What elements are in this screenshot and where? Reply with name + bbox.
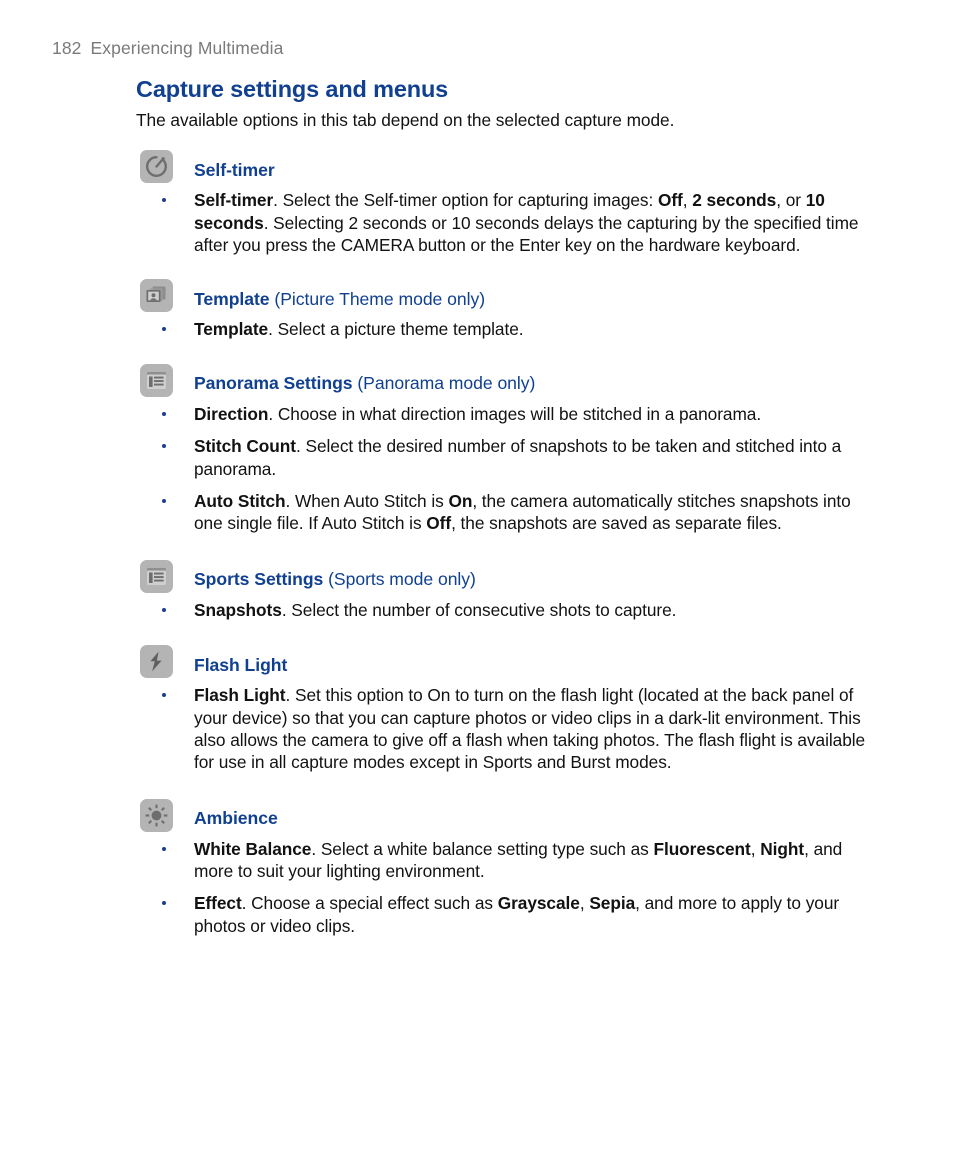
bullet-term: Effect (194, 893, 242, 914)
bullet-term: Flash Light (194, 685, 286, 706)
section-heading-text: Flash Light (194, 655, 287, 676)
section-heading-row: Ambience (136, 798, 866, 834)
list-item: Direction. Choose in what direction imag… (136, 403, 866, 425)
section-heading-row: Flash Light (136, 645, 866, 680)
list-item: Snapshots. Select the number of consecut… (136, 599, 866, 621)
bullet-text: . Select the Self-timer option for captu… (273, 190, 658, 211)
bullet-emphasis: On (448, 490, 473, 511)
bullet-term: White Balance (194, 838, 312, 859)
heading-label: Template (194, 288, 270, 309)
page-number: 182 (52, 38, 82, 58)
page-title: Capture settings and menus (136, 76, 449, 102)
list-item: Auto Stitch. When Auto Stitch is On, the… (136, 490, 866, 535)
bullet-list: Flash Light. Set this option to On to tu… (136, 684, 866, 774)
running-header: 182 Experiencing Multimedia (52, 38, 283, 59)
bullet-text: , (750, 838, 761, 859)
bullet-term: Auto Stitch (194, 490, 286, 511)
bullet-term: Direction (194, 403, 269, 424)
list-item: Flash Light. Set this option to On to tu… (136, 684, 866, 774)
section-self-timer: Self-timer Self-timer. Select the Self-t… (136, 150, 866, 256)
sports-settings-icon (140, 559, 173, 593)
flash-light-icon (140, 645, 173, 679)
bullet-emphasis: Night (760, 838, 805, 859)
section-heading-text: Sports Settings (Sports mode only) (194, 569, 476, 590)
ambience-icon (140, 798, 173, 832)
section-panorama-settings: Panorama Settings (Panorama mode only) D… (136, 363, 866, 535)
bullet-text: . Select a white balance setting type su… (311, 838, 654, 859)
bullet-text: . Choose in what direction images will b… (268, 403, 762, 424)
bullet-text: , (579, 893, 590, 914)
list-item: White Balance. Select a white balance se… (136, 838, 866, 883)
section-ambience: Ambience White Balance. Select a white b… (136, 798, 866, 938)
bullet-text: . Choose a special effect such as (241, 893, 498, 914)
section-heading-row: Sports Settings (Sports mode only) (136, 559, 866, 595)
heading-label: Sports Settings (194, 569, 324, 590)
template-icon (140, 279, 173, 313)
bullet-text: . Select a picture theme template. (268, 319, 524, 340)
bullet-list: Direction. Choose in what direction imag… (136, 403, 866, 535)
bullet-list: White Balance. Select a white balance se… (136, 838, 866, 938)
section-heading-row: Panorama Settings (Panorama mode only) (136, 363, 866, 399)
bullet-term: Stitch Count (194, 436, 296, 457)
bullet-text: . Set this option to On to turn on the f… (194, 685, 866, 773)
bullet-emphasis: Off (426, 513, 452, 534)
bullet-list: Template. Select a picture theme templat… (136, 318, 866, 340)
heading-label: Self-timer (194, 159, 275, 180)
bullet-emphasis: 2 seconds (692, 190, 777, 211)
section-heading-text: Panorama Settings (Panorama mode only) (194, 373, 535, 394)
bullet-text: , the snapshots are saved as separate fi… (451, 513, 782, 534)
page-content: Capture settings and menus The available… (136, 76, 866, 937)
heading-label: Ambience (194, 808, 278, 829)
bullet-emphasis: Sepia (589, 893, 636, 914)
heading-note: (Panorama mode only) (357, 373, 536, 394)
heading-label: Flash Light (194, 654, 288, 675)
bullet-text: . When Auto Stitch is (285, 490, 449, 511)
bullet-term: Snapshots (194, 599, 282, 620)
bullet-term: Template (194, 319, 269, 340)
bullet-term: Self-timer (194, 190, 274, 211)
manual-page: 182 Experiencing Multimedia Capture setti… (0, 0, 954, 1173)
section-sports-settings: Sports Settings (Sports mode only) Snaps… (136, 559, 866, 621)
section-template: Template (Picture Theme mode only) Templ… (136, 279, 866, 340)
bullet-text: . Selecting 2 seconds or 10 seconds dela… (194, 212, 859, 255)
list-item: Effect. Choose a special effect such as … (136, 892, 866, 937)
section-heading-row: Template (Picture Theme mode only) (136, 279, 866, 314)
self-timer-icon (140, 150, 173, 184)
bullet-text: , or (776, 190, 806, 211)
list-item: Template. Select a picture theme templat… (136, 318, 866, 340)
list-item: Stitch Count. Select the desired number … (136, 435, 866, 480)
bullet-emphasis: Off (657, 190, 683, 211)
bullet-list: Snapshots. Select the number of consecut… (136, 599, 866, 621)
chapter-title: Experiencing Multimedia (90, 38, 284, 58)
bullet-list: Self-timer. Select the Self-timer option… (136, 189, 866, 256)
section-heading-row: Self-timer (136, 150, 866, 185)
heading-label: Panorama Settings (194, 373, 353, 394)
heading-note: (Sports mode only) (328, 569, 476, 590)
section-heading-text: Self-timer (194, 160, 275, 181)
bullet-text: , (682, 190, 693, 211)
heading-note: (Picture Theme mode only) (274, 288, 486, 309)
bullet-emphasis: Fluorescent (653, 838, 751, 859)
section-heading-text: Ambience (194, 808, 278, 829)
section-intro: The available options in this tab depend… (136, 109, 675, 130)
list-item: Self-timer. Select the Self-timer option… (136, 189, 866, 256)
section-flash-light: Flash Light Flash Light. Set this option… (136, 645, 866, 774)
panorama-settings-icon (140, 363, 173, 397)
section-heading-text: Template (Picture Theme mode only) (194, 289, 485, 310)
bullet-emphasis: Grayscale (497, 893, 580, 914)
bullet-text: . Select the number of consecutive shots… (281, 599, 677, 620)
